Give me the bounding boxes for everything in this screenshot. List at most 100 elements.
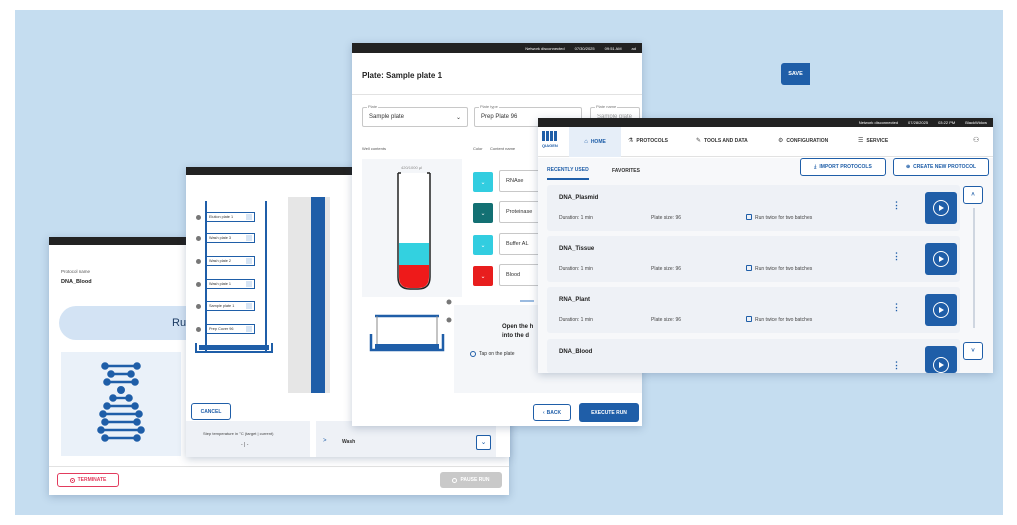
protocol-duration: Duration: 1 min [559,215,593,221]
status-date: 07/28/2025 [908,120,929,125]
kebab-menu-icon[interactable]: ⋮ [892,201,901,210]
scrollbar[interactable]: ˄ ˅ [963,184,987,364]
run-twice-label: Run twice for two batches [755,266,813,272]
back-label: BACK [546,409,562,416]
protocol-name: DNA_Blood [61,279,92,285]
logo-grid [542,131,558,141]
protocol-duration: Duration: 1 min [559,317,593,323]
well-content-name: Buffer AL [506,241,529,247]
cancel-button[interactable]: CANCEL [191,403,231,420]
deck-column-bar [311,197,325,393]
protocol-card[interactable]: DNA_Blood ⋮ [547,339,960,373]
run-twice-checkbox[interactable] [746,316,752,322]
slot-dot [196,215,201,220]
pause-run-button[interactable]: PAUSE RUN [440,472,502,488]
plate-holder-graphic [367,298,457,358]
well-color-swatch[interactable]: ⌄ [473,266,493,286]
slot-dot [196,282,201,287]
slot-label: Sample plate 1 [209,304,235,308]
close-icon[interactable] [246,281,252,287]
kebab-menu-icon[interactable]: ⋮ [892,252,901,261]
run-twice-checkbox[interactable] [746,265,752,271]
nav-home[interactable]: ⌂ HOME [569,127,621,157]
protocol-card[interactable]: DNA_Plasmid Duration: 1 min Plate size: … [547,185,960,231]
nav-tools-and-data[interactable]: ✎ TOOLS AND DATA [696,137,748,145]
play-button[interactable] [925,192,957,224]
slot-label: Prep Cover 96 [209,327,234,331]
plate-select-label: Plate [367,104,379,109]
page-title: Plate: Sample plate 1 [362,71,443,80]
scroll-down-button[interactable]: ˅ [963,342,983,360]
protocol-duration: Duration: 1 min [559,266,593,272]
play-button[interactable] [925,346,957,373]
well-color-swatch[interactable]: ⌄ [473,203,493,223]
chevron-down-icon: ⌄ [480,439,487,446]
nav-service[interactable]: ☰ SERVICE [858,137,888,145]
protocol-card[interactable]: DNA_Tissue Duration: 1 min Plate size: 9… [547,236,960,282]
user-icon[interactable]: ⚇ [973,136,979,144]
close-icon[interactable] [246,326,252,332]
kebab-menu-icon[interactable]: ⋮ [892,303,901,312]
close-icon[interactable] [246,214,252,220]
slot-box: Wash plate 2 [205,256,255,266]
chevron-down-icon: ⌄ [480,242,486,249]
kebab-menu-icon[interactable]: ⋮ [892,361,901,370]
protocol-name: DNA_Tissue [559,246,595,252]
tools-icon: ✎ [696,138,702,144]
nav-protocols[interactable]: ⚗ PROTOCOLS [628,137,668,145]
terminate-label: TERMINATE [77,477,107,483]
well-color-swatch[interactable]: ⌄ [473,172,493,192]
nav-home-label: HOME [590,139,606,145]
instruction-text: Open the h into the d [502,324,534,339]
plate-type-value: Prep Plate 96 [481,114,518,120]
nav-configuration-label: CONFIGURATION [786,137,829,144]
protocol-plate-size: Plate size: 96 [651,317,682,323]
create-new-protocol-label: CREATE NEW PROTOCOL [913,164,977,170]
close-icon[interactable] [246,303,252,309]
run-twice-label: Run twice for two batches [755,215,813,221]
slot-box: Wash plate 3 [205,233,255,243]
content-name-label: Content name [490,146,516,151]
tab-favorites[interactable]: FAVORITES [612,162,640,180]
tab-favorites-label: FAVORITES [612,168,640,174]
plus-icon: ⊕ [905,164,911,170]
step-chevron[interactable]: > [323,438,327,444]
nav-configuration[interactable]: ⚙ CONFIGURATION [778,137,829,145]
execute-run-button[interactable]: EXECUTE RUN [579,403,639,422]
chevron-down-icon: ˅ [971,348,975,354]
plate-select[interactable]: Plate Sample plate ⌄ [362,104,468,127]
dna-illustration [61,352,181,456]
protocol-name: DNA_Plasmid [559,195,599,201]
tube-graphic [397,172,431,290]
protocol-name-label: Protocol name [61,269,91,274]
dna-helix-icon [97,362,145,442]
slot-dot [196,259,201,264]
download-icon: ⤓ [814,164,817,170]
deck-column [288,197,330,393]
protocol-card[interactable]: RNA_Plant Duration: 1 min Plate size: 96… [547,287,960,333]
run-twice-checkbox[interactable] [746,214,752,220]
back-button[interactable]: ‹ BACK [533,404,571,421]
step-temperature-box: Step temperature in °C (target | current… [186,421,310,457]
well-color-swatch[interactable]: ⌄ [473,235,493,255]
status-user: BlackWidow [965,120,987,125]
protocol-plate-size: Plate size: 96 [651,215,682,221]
close-icon[interactable] [246,235,252,241]
play-button[interactable] [925,294,957,326]
expand-button[interactable]: ⌄ [476,435,491,450]
header-divider [352,94,642,95]
qiagen-logo: QIAGEN [542,131,560,151]
close-icon[interactable] [246,258,252,264]
scroll-up-button[interactable]: ˄ [963,186,983,204]
terminate-button[interactable]: TERMINATE [57,473,119,487]
import-protocols-button[interactable]: ⤓ IMPORT PROTOCOLS [800,158,886,176]
scroll-track[interactable] [973,208,975,328]
tab-recently-used[interactable]: RECENTLY USED [547,162,589,180]
plate-name-label: Plate name [595,104,618,109]
pause-icon [452,477,458,483]
step-list: > Wash ⌄ [316,421,496,457]
save-button[interactable]: SAVE [781,63,810,85]
create-new-protocol-button[interactable]: ⊕ CREATE NEW PROTOCOL [893,158,989,176]
play-icon [933,251,949,267]
play-button[interactable] [925,243,957,275]
